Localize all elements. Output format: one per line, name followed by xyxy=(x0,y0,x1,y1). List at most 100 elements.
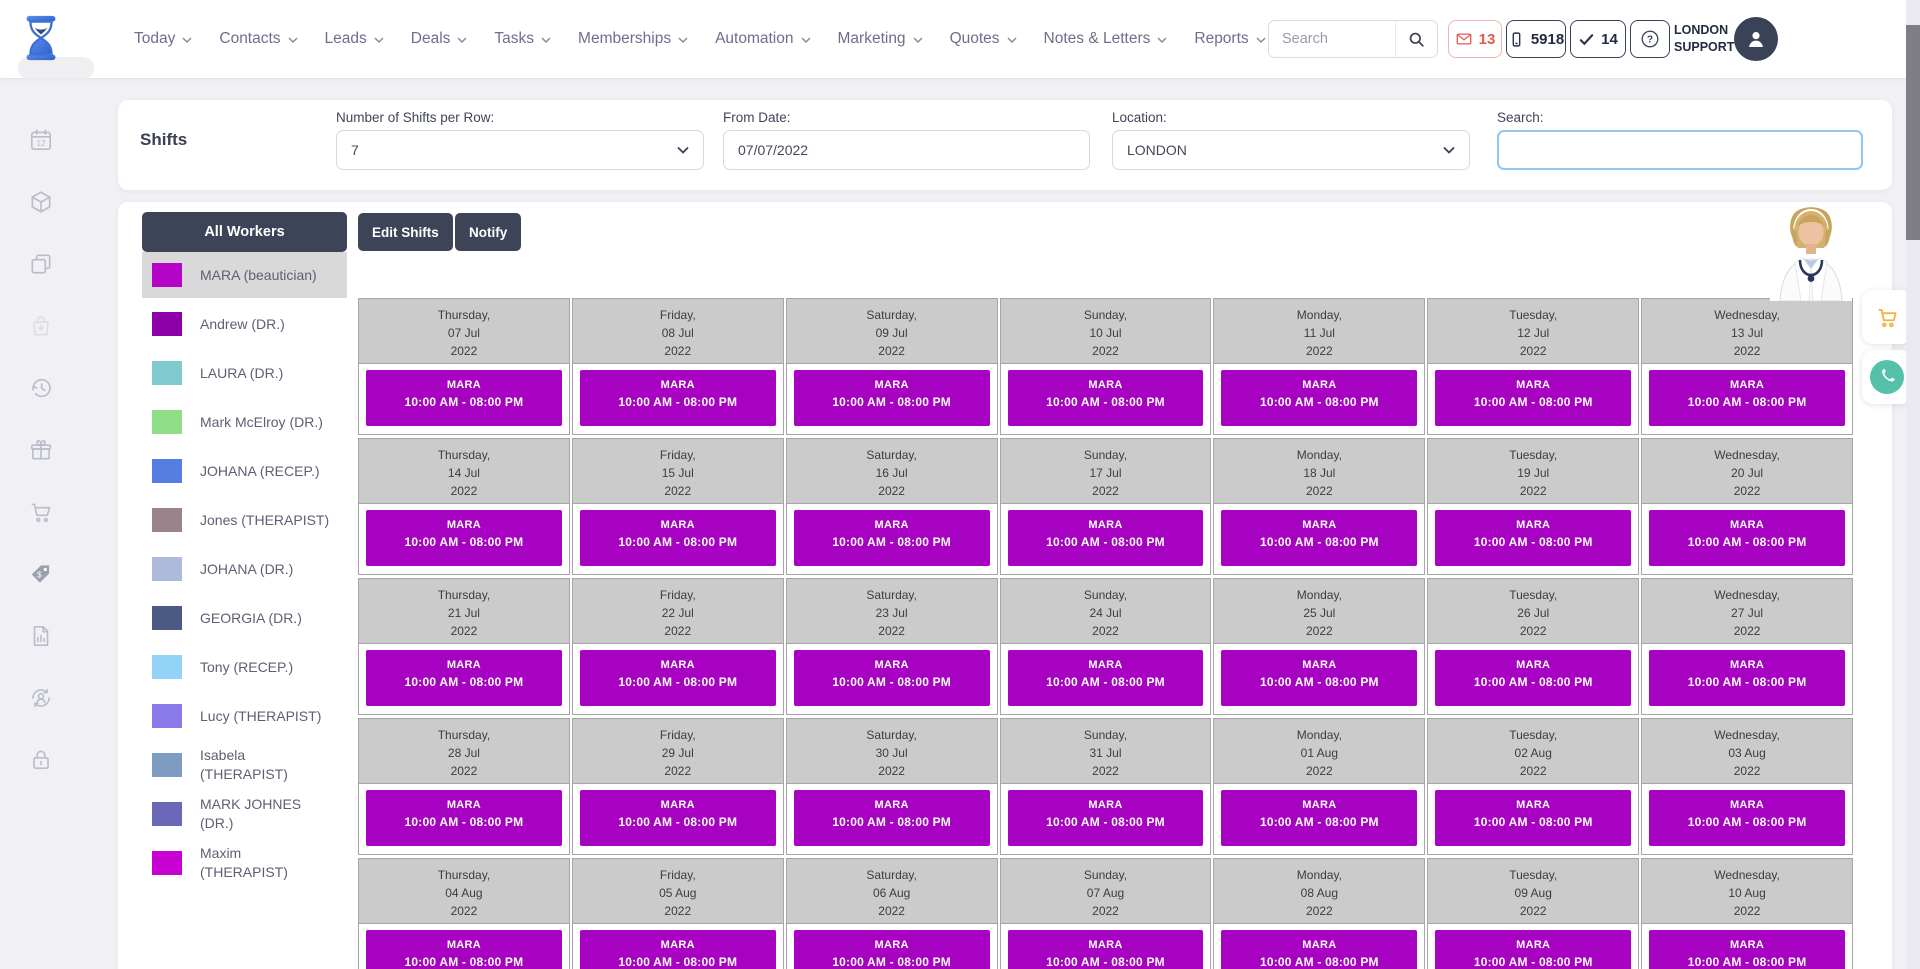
user-sync-icon[interactable] xyxy=(28,685,54,711)
shift-block[interactable]: MARA10:00 AM - 08:00 PM xyxy=(1221,370,1417,426)
shift-search-input[interactable] xyxy=(1497,130,1863,170)
report-icon[interactable] xyxy=(28,623,54,649)
shift-block[interactable]: MARA10:00 AM - 08:00 PM xyxy=(366,510,562,566)
notify-button[interactable]: Notify xyxy=(455,213,521,251)
calendar-icon[interactable]: 12 xyxy=(28,127,54,153)
all-workers-button[interactable]: All Workers xyxy=(142,212,347,252)
shift-block[interactable]: MARA10:00 AM - 08:00 PM xyxy=(794,650,990,706)
cube-icon[interactable] xyxy=(28,189,54,215)
shift-block[interactable]: MARA10:00 AM - 08:00 PM xyxy=(1435,650,1631,706)
global-search-input[interactable] xyxy=(1269,21,1395,57)
nav-item-tasks[interactable]: Tasks xyxy=(494,30,551,48)
shift-block[interactable]: MARA10:00 AM - 08:00 PM xyxy=(1008,930,1204,969)
worker-item[interactable]: Andrew (DR.) xyxy=(142,301,347,347)
shift-block[interactable]: MARA10:00 AM - 08:00 PM xyxy=(1435,370,1631,426)
user-avatar[interactable] xyxy=(1734,17,1778,61)
gift-icon[interactable] xyxy=(28,437,54,463)
nav-item-notes-letters[interactable]: Notes & Letters xyxy=(1044,30,1168,48)
nav-item-memberships[interactable]: Memberships xyxy=(578,30,688,48)
worker-item[interactable]: JOHANA (DR.) xyxy=(142,546,347,592)
shift-block[interactable]: MARA10:00 AM - 08:00 PM xyxy=(580,930,776,969)
shift-block[interactable]: MARA10:00 AM - 08:00 PM xyxy=(580,650,776,706)
shift-block[interactable]: MARA10:00 AM - 08:00 PM xyxy=(794,790,990,846)
from-date-input[interactable] xyxy=(723,130,1090,170)
shift-time: 10:00 AM - 08:00 PM xyxy=(1008,535,1204,549)
shift-block[interactable]: MARA10:00 AM - 08:00 PM xyxy=(1649,370,1845,426)
shift-block[interactable]: MARA10:00 AM - 08:00 PM xyxy=(366,650,562,706)
shift-block[interactable]: MARA10:00 AM - 08:00 PM xyxy=(1008,650,1204,706)
worker-item[interactable]: JOHANA (RECEP.) xyxy=(142,448,347,494)
copy-icon[interactable] xyxy=(28,251,54,277)
location-select[interactable]: LONDON xyxy=(1112,130,1470,170)
shift-block[interactable]: MARA10:00 AM - 08:00 PM xyxy=(366,370,562,426)
shift-block[interactable]: MARA10:00 AM - 08:00 PM xyxy=(580,790,776,846)
worker-item[interactable]: Tony (RECEP.) xyxy=(142,644,347,690)
shift-time: 10:00 AM - 08:00 PM xyxy=(580,675,776,689)
worker-item[interactable]: MARA (beautician) xyxy=(142,252,347,298)
shift-block[interactable]: MARA10:00 AM - 08:00 PM xyxy=(580,370,776,426)
day-body: MARA10:00 AM - 08:00 PM xyxy=(1428,784,1638,854)
day-cell: Wednesday,27 Jul2022MARA10:00 AM - 08:00… xyxy=(1641,578,1853,715)
shift-block[interactable]: MARA10:00 AM - 08:00 PM xyxy=(1435,930,1631,969)
nav-item-today[interactable]: Today xyxy=(134,30,192,48)
cart-fab-button[interactable] xyxy=(1862,290,1912,344)
worker-item[interactable]: Lucy (THERAPIST) xyxy=(142,693,347,739)
calendar-week-row: Thursday,21 Jul2022MARA10:00 AM - 08:00 … xyxy=(358,578,1853,715)
mail-notifications-button[interactable]: 13 xyxy=(1448,20,1502,58)
history-icon[interactable] xyxy=(28,375,54,401)
worker-item[interactable]: Jones (THERAPIST) xyxy=(142,497,347,543)
cart-icon[interactable] xyxy=(28,499,54,525)
shopping-bag-icon[interactable] xyxy=(28,313,54,339)
day-cell: Wednesday,10 Aug2022MARA10:00 AM - 08:00… xyxy=(1641,858,1853,969)
shift-block[interactable]: MARA10:00 AM - 08:00 PM xyxy=(1221,510,1417,566)
worker-item[interactable]: Maxim (THERAPIST) xyxy=(142,840,347,886)
nav-item-automation[interactable]: Automation xyxy=(715,30,810,48)
shift-time: 10:00 AM - 08:00 PM xyxy=(794,955,990,969)
worker-item[interactable]: Mark McElroy (DR.) xyxy=(142,399,347,445)
worker-item[interactable]: LAURA (DR.) xyxy=(142,350,347,396)
help-button[interactable]: ? xyxy=(1630,20,1670,58)
search-icon[interactable] xyxy=(1395,21,1437,57)
app-logo-hourglass-icon[interactable] xyxy=(16,12,66,64)
edit-shifts-button[interactable]: Edit Shifts xyxy=(358,213,453,251)
shift-block[interactable]: MARA10:00 AM - 08:00 PM xyxy=(1008,790,1204,846)
shift-block[interactable]: MARA10:00 AM - 08:00 PM xyxy=(794,510,990,566)
worker-item[interactable]: MARK JOHNES (DR.) xyxy=(142,791,347,837)
day-body: MARA10:00 AM - 08:00 PM xyxy=(1001,644,1211,714)
phone-notifications-button[interactable]: 5918 xyxy=(1506,20,1566,58)
shift-block[interactable]: MARA10:00 AM - 08:00 PM xyxy=(1435,790,1631,846)
shift-block[interactable]: MARA10:00 AM - 08:00 PM xyxy=(794,930,990,969)
shift-block[interactable]: MARA10:00 AM - 08:00 PM xyxy=(794,370,990,426)
shift-block[interactable]: MARA10:00 AM - 08:00 PM xyxy=(1221,930,1417,969)
tasks-done-button[interactable]: 14 xyxy=(1570,20,1626,58)
nav-item-deals[interactable]: Deals xyxy=(411,30,468,48)
shift-block[interactable]: MARA10:00 AM - 08:00 PM xyxy=(366,930,562,969)
shift-block[interactable]: MARA10:00 AM - 08:00 PM xyxy=(1649,650,1845,706)
shift-time: 10:00 AM - 08:00 PM xyxy=(580,395,776,409)
shift-block[interactable]: MARA10:00 AM - 08:00 PM xyxy=(366,790,562,846)
lock-icon[interactable] xyxy=(28,747,54,773)
shift-block[interactable]: MARA10:00 AM - 08:00 PM xyxy=(1221,790,1417,846)
day-body: MARA10:00 AM - 08:00 PM xyxy=(1214,644,1424,714)
shift-block[interactable]: MARA10:00 AM - 08:00 PM xyxy=(580,510,776,566)
nav-item-contacts[interactable]: Contacts xyxy=(219,30,297,48)
shift-block[interactable]: MARA10:00 AM - 08:00 PM xyxy=(1649,510,1845,566)
shift-block[interactable]: MARA10:00 AM - 08:00 PM xyxy=(1435,510,1631,566)
worker-item[interactable]: Isabela (THERAPIST) xyxy=(142,742,347,788)
shift-worker-name: MARA xyxy=(580,939,776,951)
shifts-per-row-select[interactable]: 7 xyxy=(336,130,704,170)
price-tag-icon[interactable]: $ xyxy=(28,561,54,587)
shift-block[interactable]: MARA10:00 AM - 08:00 PM xyxy=(1008,370,1204,426)
phone-fab-button[interactable] xyxy=(1862,350,1912,404)
nav-item-quotes[interactable]: Quotes xyxy=(950,30,1017,48)
shift-block[interactable]: MARA10:00 AM - 08:00 PM xyxy=(1649,930,1845,969)
nav-item-reports[interactable]: Reports xyxy=(1194,30,1265,48)
shift-block[interactable]: MARA10:00 AM - 08:00 PM xyxy=(1008,510,1204,566)
page-scrollbar-track[interactable] xyxy=(1906,0,1920,969)
nav-item-marketing[interactable]: Marketing xyxy=(838,30,923,48)
page-scrollbar-thumb[interactable] xyxy=(1906,25,1920,240)
shift-block[interactable]: MARA10:00 AM - 08:00 PM xyxy=(1221,650,1417,706)
worker-item[interactable]: GEORGIA (DR.) xyxy=(142,595,347,641)
shift-block[interactable]: MARA10:00 AM - 08:00 PM xyxy=(1649,790,1845,846)
nav-item-leads[interactable]: Leads xyxy=(325,30,384,48)
